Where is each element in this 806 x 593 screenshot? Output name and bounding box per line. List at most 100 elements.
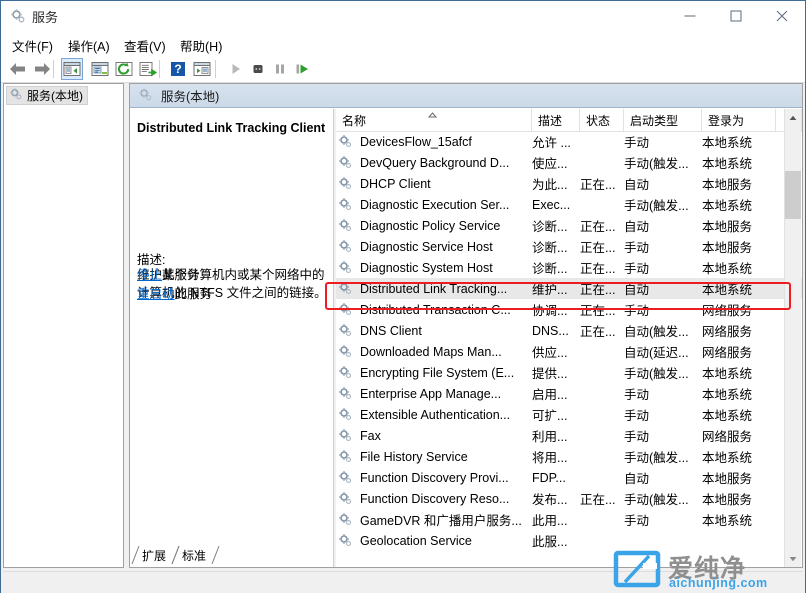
services-gear-icon (138, 87, 153, 105)
column-log-on-as-label: 登录为 (708, 113, 745, 128)
stop-service-link-row: 停止此服务 (137, 264, 200, 283)
stop-service-link-suffix: 此服务 (162, 268, 200, 282)
forward-button[interactable] (31, 58, 53, 80)
service-row[interactable]: Fax 利用... 手动 网络服务 (336, 425, 802, 446)
column-startup-type-label: 启动类型 (630, 113, 679, 128)
show-action-pane-button[interactable] (191, 58, 213, 80)
menu-action[interactable]: 操作(A) (63, 34, 115, 57)
service-description-cell: DNS... (532, 323, 569, 338)
tab-extended[interactable]: 扩展 (131, 545, 180, 565)
scroll-up-arrow-icon[interactable] (785, 109, 801, 126)
service-row[interactable]: Encrypting File System (E... 提供... 手动(触发..… (336, 362, 802, 383)
column-status[interactable]: 状态 (580, 109, 624, 131)
services-gear-icon (10, 8, 26, 24)
scrollbar-thumb[interactable] (785, 171, 801, 219)
maximize-button[interactable] (713, 1, 759, 30)
service-name-cell: Diagnostic Service Host (360, 239, 493, 254)
service-row[interactable]: Diagnostic Policy Service 诊断... 正在... 自动 本地服… (336, 215, 802, 236)
menu-help[interactable]: 帮助(H) (175, 34, 227, 57)
service-name-cell: Function Discovery Provi... (360, 470, 509, 485)
vertical-scrollbar[interactable] (784, 109, 801, 567)
service-row[interactable]: DNS Client DNS... 正在... 自动(触发... 网络服务 (336, 320, 802, 341)
service-name-cell: DevicesFlow_15afcf (360, 134, 472, 149)
service-status-cell: 正在... (580, 241, 616, 255)
service-startup-type-cell: 自动(触发... (624, 325, 689, 339)
restart-service-link[interactable]: 重启动 (137, 287, 175, 301)
service-row[interactable]: DHCP Client 为此... 正在... 自动 本地服务 (336, 173, 802, 194)
restart-service-button[interactable] (291, 58, 313, 80)
stop-service-button[interactable] (247, 58, 269, 80)
service-row[interactable]: Distributed Transaction C... 协调... 正在... 手动… (336, 299, 802, 320)
menu-view[interactable]: 查看(V) (119, 34, 171, 57)
service-row[interactable]: Enterprise App Manage... 启用... 手动 本地系统 (336, 383, 802, 404)
service-row[interactable]: GameDVR 和广播用户服务... 此用... 手动 本地系统 (336, 509, 802, 530)
column-name[interactable]: 名称 (336, 109, 532, 131)
console-tree-pane: 服务(本地) (3, 83, 124, 568)
properties-button[interactable] (89, 58, 111, 80)
service-row[interactable]: Extensible Authentication... 可扩... 手动 本地系统 (336, 404, 802, 425)
service-startup-type-cell: 手动(触发... (624, 367, 689, 381)
menu-file[interactable]: 文件(F) (7, 34, 58, 57)
service-status-cell (580, 152, 622, 173)
export-list-button[interactable] (137, 58, 159, 80)
minimize-button[interactable] (667, 1, 713, 30)
pane-header-label: 服务(本地) (161, 90, 220, 104)
service-description-cell: 诊断... (532, 262, 568, 276)
service-description-cell: 使应... (532, 157, 568, 171)
console-tree-icon (63, 61, 81, 77)
service-name-cell: DNS Client (360, 323, 422, 338)
service-description-cell: 此用... (532, 514, 568, 528)
service-row[interactable]: Function Discovery Provi... FDP... 自动 本地服务 (336, 467, 802, 488)
toolbar: ? (1, 56, 805, 83)
help-question-icon: ? (169, 61, 187, 77)
pane-header: 服务(本地) (130, 84, 802, 108)
service-startup-type-cell: 手动(触发... (624, 451, 689, 465)
service-row[interactable]: Distributed Link Tracking... 维护... 正在... 自动… (336, 278, 802, 299)
tab-standard[interactable]: 标准 (171, 545, 220, 565)
help-button[interactable]: ? (167, 58, 189, 80)
service-status-cell: 正在... (580, 304, 616, 318)
back-button[interactable] (7, 58, 29, 80)
service-description-cell: 允许 ... (532, 136, 571, 150)
start-service-button[interactable] (225, 58, 247, 80)
close-button[interactable] (759, 1, 805, 30)
show-hide-console-tree-button[interactable] (61, 58, 83, 80)
restart-service-link-row: 重启动此服务 (137, 283, 212, 302)
service-status-cell (580, 425, 622, 446)
tab-left-edge (171, 545, 180, 565)
service-row[interactable]: Diagnostic Execution Ser... Exec... 手动(触发.… (336, 194, 802, 215)
service-description-cell: Exec... (532, 197, 571, 212)
services-window: 服务 文件(F) 操作(A) 查看(V) 帮助(H) ? 服务(本地) 服务(本… (0, 0, 806, 593)
main-body: 服务(本地) 服务(本地) Distributed Link Tracking … (1, 83, 805, 593)
service-row[interactable]: Diagnostic System Host 诊断... 正在... 手动 本地系统 (336, 257, 802, 278)
column-description[interactable]: 描述 (532, 109, 580, 131)
column-status-label: 状态 (586, 113, 611, 128)
service-description-cell: 利用... (532, 430, 568, 444)
service-startup-type-cell: 手动(触发... (624, 493, 689, 507)
service-row[interactable]: DevicesFlow_15afcf 允许 ... 手动 本地系统 (336, 131, 802, 152)
service-row[interactable]: Function Discovery Reso... 发布... 正在... 手动(触… (336, 488, 802, 509)
content-pane: 服务(本地) Distributed Link Tracking Client … (129, 83, 803, 568)
column-description-label: 描述 (538, 113, 563, 128)
service-row[interactable]: Diagnostic Service Host 诊断... 正在... 手动 本地服务 (336, 236, 802, 257)
column-startup-type[interactable]: 启动类型 (624, 109, 702, 131)
service-name-cell: Diagnostic System Host (360, 260, 493, 275)
service-name-cell: GameDVR 和广播用户服务... (360, 514, 522, 528)
stop-service-link[interactable]: 停止 (137, 268, 162, 282)
sidebar-item-services-local[interactable]: 服务(本地) (6, 86, 88, 105)
service-startup-type-cell: 自动 (624, 220, 650, 234)
service-row[interactable]: Downloaded Maps Man... 供应... 自动(延迟... 网络服务 (336, 341, 802, 362)
pause-service-button[interactable] (269, 58, 291, 80)
tab-right-edge (211, 545, 220, 565)
refresh-button[interactable] (113, 58, 135, 80)
service-detail-title: Distributed Link Tracking Client (137, 121, 326, 135)
service-row[interactable]: File History Service 将用... 手动(触发... 本地系统 (336, 446, 802, 467)
arrow-right-icon (33, 61, 51, 77)
service-name-cell: Extensible Authentication... (360, 407, 511, 422)
column-log-on-as[interactable]: 登录为 (702, 109, 776, 131)
service-name-cell: Encrypting File System (E... (360, 365, 515, 380)
service-description-cell: 将用... (532, 451, 568, 465)
service-description-cell: 发布... (532, 493, 568, 507)
service-startup-type-cell: 手动(触发... (624, 157, 689, 171)
service-row[interactable]: DevQuery Background D... 使应... 手动(触发... 本地系… (336, 152, 802, 173)
